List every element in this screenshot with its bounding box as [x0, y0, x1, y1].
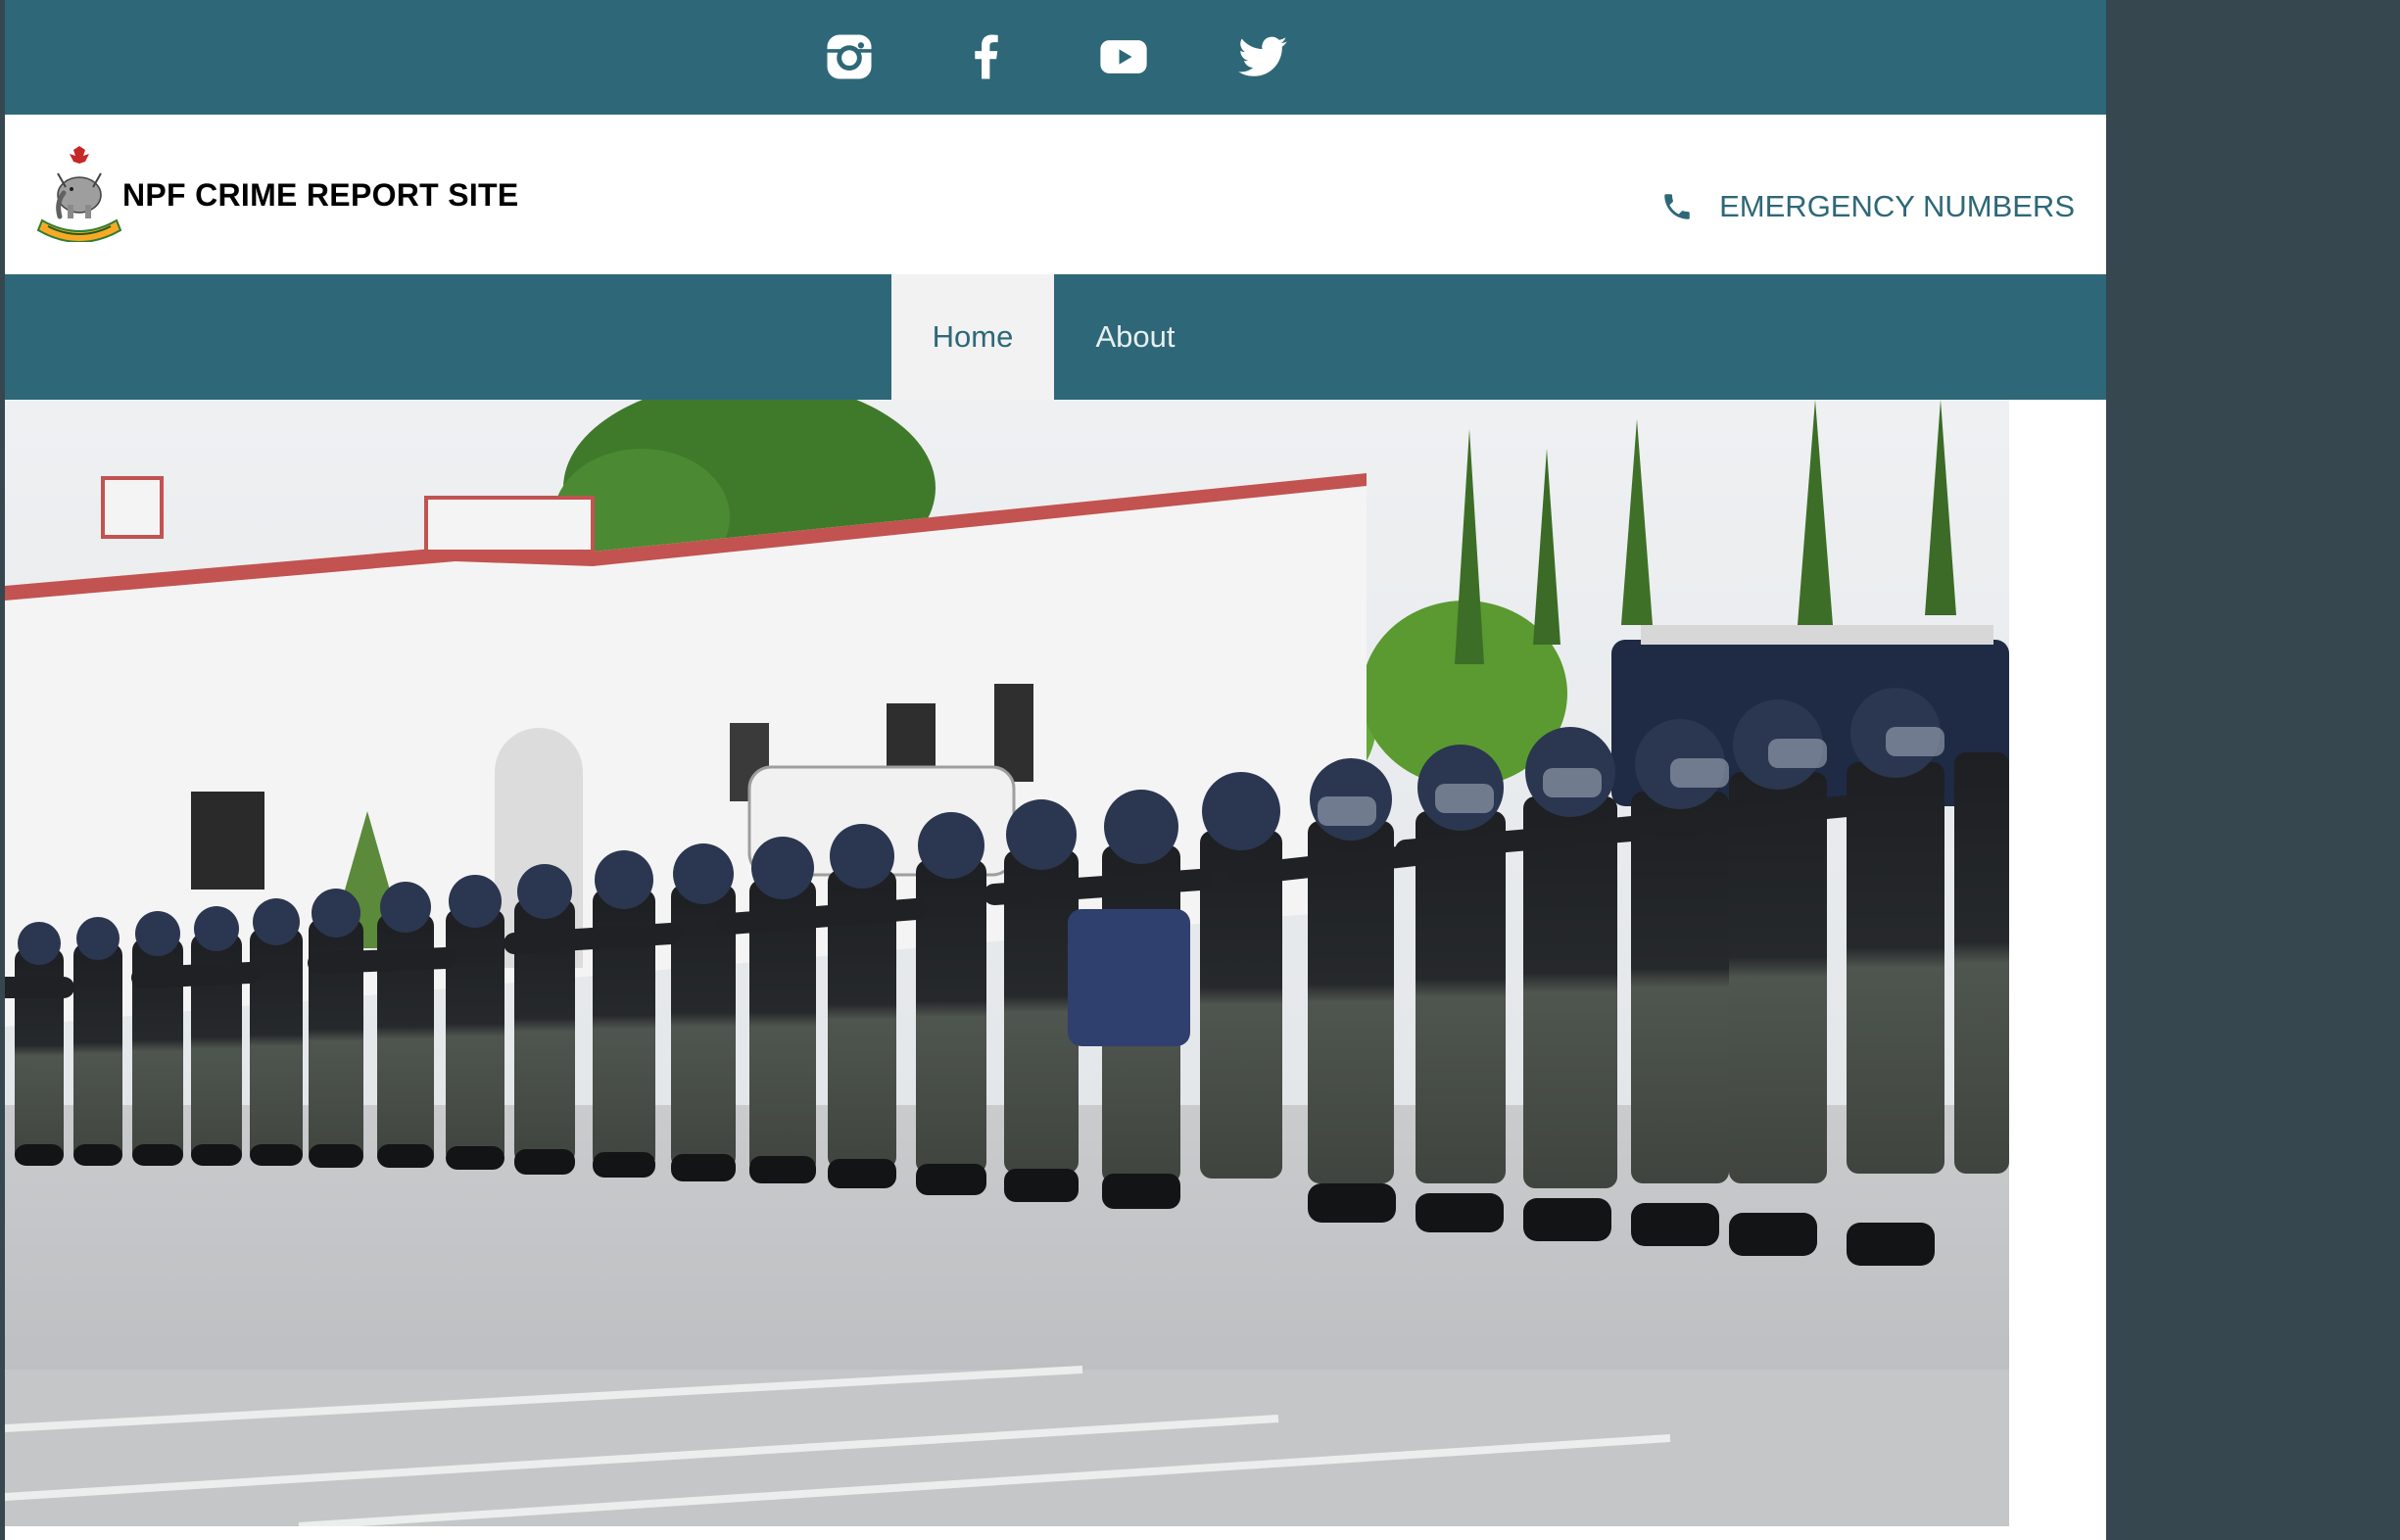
- page: NPF CRIME REPORT SITE EMERGENCY NUMBERS …: [5, 0, 2106, 1540]
- site-title: NPF CRIME REPORT SITE: [122, 177, 519, 213]
- youtube-icon[interactable]: [1094, 27, 1153, 86]
- nav-home-label: Home: [932, 319, 1014, 354]
- hero-photo: [5, 400, 2009, 1526]
- nav-about-label: About: [1095, 319, 1176, 354]
- emergency-numbers-label: EMERGENCY NUMBERS: [1719, 189, 2075, 223]
- social-bar: [5, 0, 2106, 115]
- twitter-icon[interactable]: [1233, 27, 1292, 86]
- site-header: NPF CRIME REPORT SITE EMERGENCY NUMBERS: [5, 115, 2106, 274]
- facebook-icon[interactable]: [957, 27, 1016, 86]
- nav-about[interactable]: About: [1054, 274, 1217, 400]
- page-right-gutter: [2106, 0, 2400, 1540]
- phone-icon: [1664, 194, 1690, 219]
- main-nav: Home About: [5, 274, 2106, 400]
- nigeria-police-crest-icon[interactable]: [34, 144, 124, 243]
- nav-home[interactable]: Home: [891, 274, 1054, 400]
- emergency-numbers-link[interactable]: EMERGENCY NUMBERS: [1660, 189, 2075, 224]
- instagram-icon[interactable]: [820, 27, 879, 86]
